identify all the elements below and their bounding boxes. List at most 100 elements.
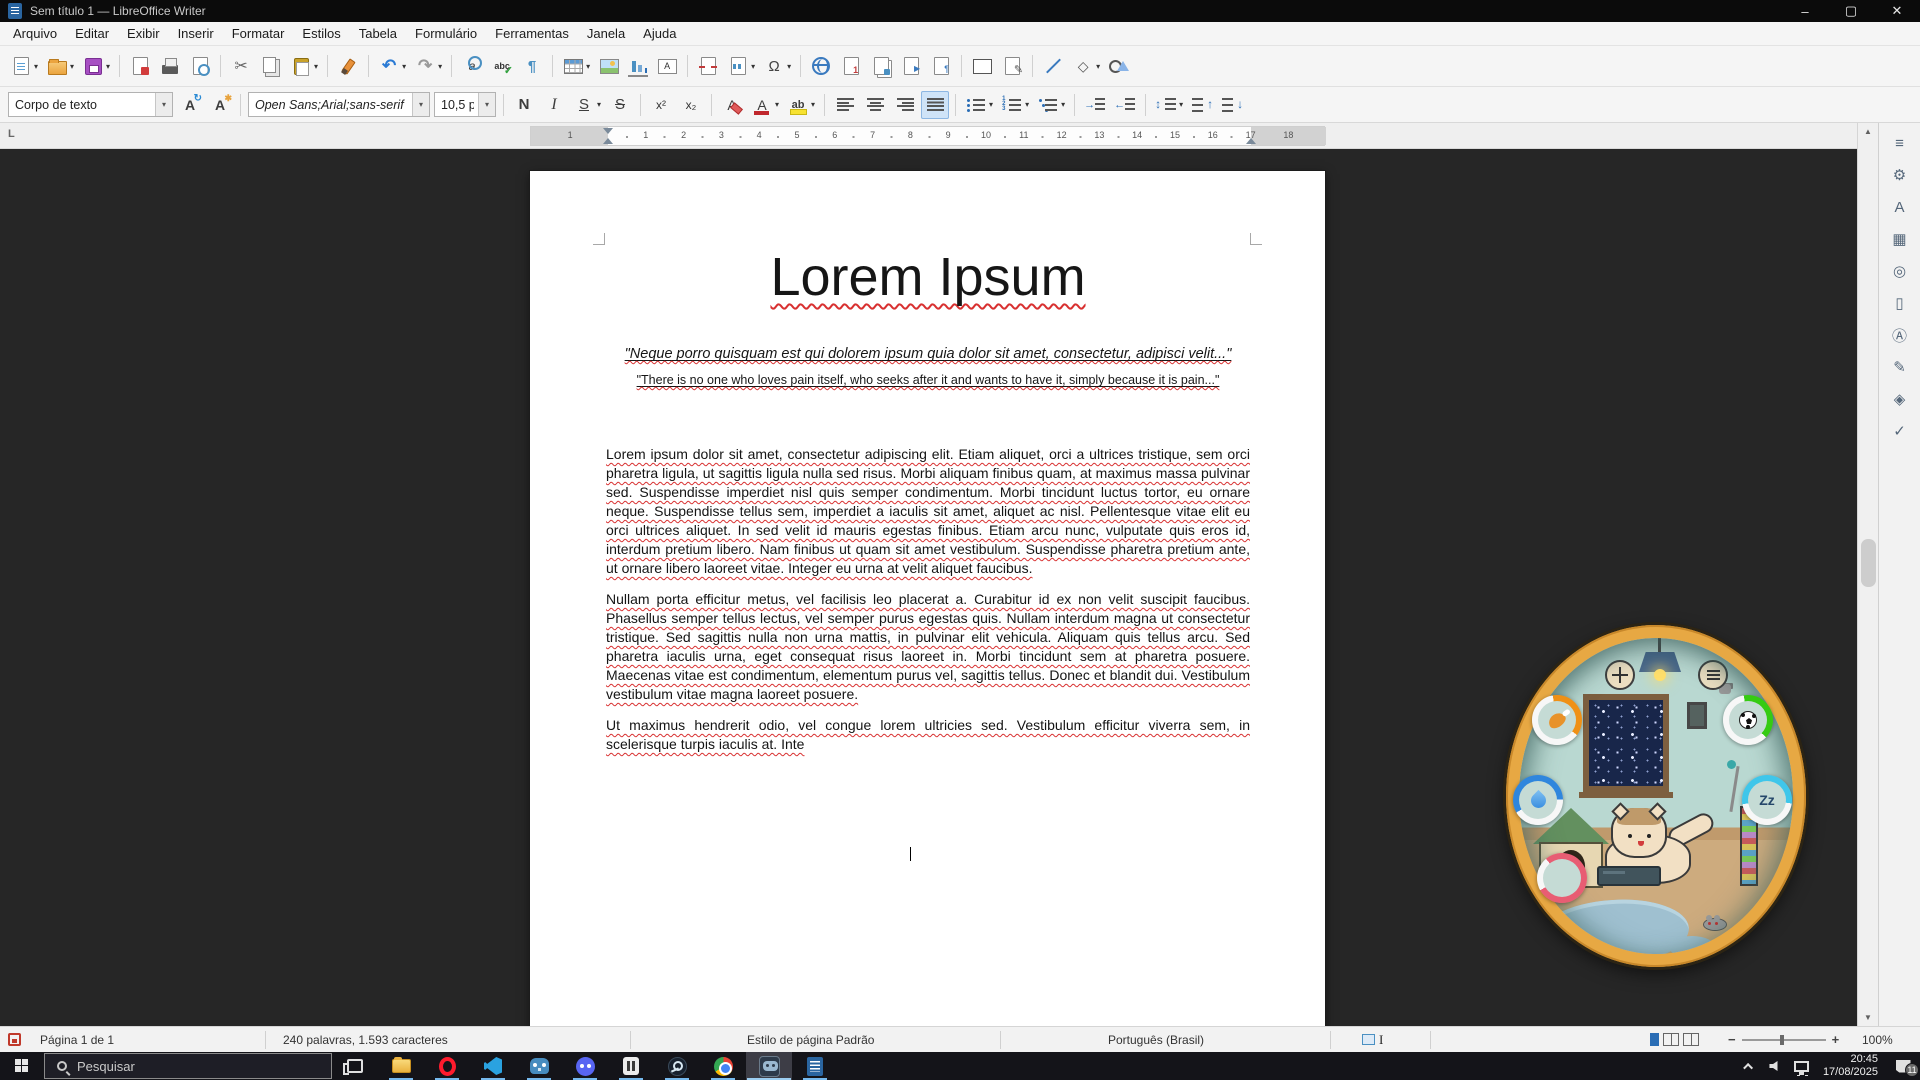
open-dropdown[interactable]: ▾ bbox=[70, 62, 74, 71]
font-name-combo[interactable]: Open Sans;Arial;sans-serif▾ bbox=[248, 92, 430, 117]
zoom-in-button[interactable]: + bbox=[1832, 1032, 1840, 1047]
volume-button[interactable] bbox=[1763, 1052, 1789, 1080]
export-pdf[interactable] bbox=[126, 52, 154, 80]
menu-editar[interactable]: Editar bbox=[66, 22, 118, 46]
word-count-status[interactable]: 240 palavras, 1.593 caracteres bbox=[283, 1027, 448, 1052]
first-line-indent-marker[interactable] bbox=[603, 128, 613, 134]
paragraph-style-combo[interactable]: Corpo de texto▾ bbox=[8, 92, 173, 117]
taskbar-discord[interactable] bbox=[562, 1052, 608, 1080]
basic-shapes[interactable]: ◇▾ bbox=[1069, 52, 1103, 80]
document-page[interactable]: Lorem Ipsum "Neque porro quisquam est qu… bbox=[530, 171, 1325, 1026]
desktop-pet-widget[interactable]: Zz bbox=[1506, 625, 1806, 967]
taskbar-opera[interactable] bbox=[424, 1052, 470, 1080]
bold[interactable]: N bbox=[510, 91, 538, 119]
language-status[interactable]: Português (Brasil) bbox=[1108, 1027, 1204, 1052]
menu-ferramentas[interactable]: Ferramentas bbox=[486, 22, 578, 46]
decrease-paragraph-spacing[interactable] bbox=[1218, 91, 1246, 119]
move-widget-button[interactable] bbox=[1605, 660, 1635, 690]
highlight-color-dropdown[interactable]: ▾ bbox=[811, 100, 815, 109]
taskbar-steam[interactable] bbox=[654, 1052, 700, 1080]
clone-formatting[interactable] bbox=[334, 52, 362, 80]
find-and-replace[interactable]: a bbox=[458, 52, 486, 80]
zoom-slider-thumb[interactable] bbox=[1780, 1035, 1784, 1045]
insert-line[interactable] bbox=[1039, 52, 1067, 80]
align-right[interactable] bbox=[891, 91, 919, 119]
pet-menu-button[interactable] bbox=[1698, 660, 1728, 690]
insert-page-break[interactable] bbox=[694, 52, 722, 80]
formatting-marks[interactable]: ¶ bbox=[518, 52, 546, 80]
line-spacing[interactable]: ▾ bbox=[1152, 91, 1186, 119]
book-view-button[interactable] bbox=[1683, 1033, 1699, 1046]
insert-cross-reference[interactable] bbox=[927, 52, 955, 80]
single-page-view-button[interactable] bbox=[1650, 1033, 1659, 1046]
track-changes[interactable] bbox=[998, 52, 1026, 80]
font-size-combo[interactable]: 10,5 pt▾ bbox=[434, 92, 496, 117]
show-draw-functions[interactable] bbox=[1105, 52, 1133, 80]
insert-image[interactable] bbox=[595, 52, 623, 80]
zoom-slider[interactable] bbox=[1742, 1039, 1826, 1041]
pet-stat-play[interactable] bbox=[1723, 695, 1773, 745]
pet-stat-food[interactable] bbox=[1532, 695, 1582, 745]
insert-table-dropdown[interactable]: ▾ bbox=[586, 62, 590, 71]
action-center-button[interactable]: 11 bbox=[1886, 1052, 1920, 1080]
scroll-down-arrow[interactable]: ▼ bbox=[1858, 1009, 1878, 1026]
insert-chart[interactable] bbox=[625, 52, 651, 80]
menu-estilos[interactable]: Estilos bbox=[293, 22, 349, 46]
multi-page-view-button[interactable] bbox=[1663, 1033, 1679, 1046]
new-document-dropdown[interactable]: ▾ bbox=[34, 62, 38, 71]
paragraph-1[interactable]: Lorem ipsum dolor sit amet, consectetur … bbox=[606, 445, 1250, 578]
taskbar-libreoffice-writer[interactable] bbox=[792, 1052, 838, 1080]
font-name-combo-dropdown[interactable]: ▾ bbox=[412, 93, 429, 116]
font-size-combo-dropdown[interactable]: ▾ bbox=[478, 93, 495, 116]
basic-shapes-dropdown[interactable]: ▾ bbox=[1096, 62, 1100, 71]
taskbar-search[interactable]: Pesquisar bbox=[44, 1053, 332, 1079]
minimize-button[interactable]: – bbox=[1782, 0, 1828, 22]
left-indent-marker[interactable] bbox=[603, 138, 613, 144]
undo-dropdown[interactable]: ▾ bbox=[402, 62, 406, 71]
save[interactable]: ▾ bbox=[79, 52, 113, 80]
redo[interactable]: ↷▾ bbox=[411, 52, 445, 80]
menu-tabela[interactable]: Tabela bbox=[350, 22, 406, 46]
cut[interactable]: ✂ bbox=[227, 52, 255, 80]
increase-indent[interactable] bbox=[1081, 91, 1109, 119]
tray-expand-button[interactable] bbox=[1737, 1052, 1763, 1080]
new-style[interactable]: A bbox=[206, 91, 234, 119]
insert-hyperlink[interactable] bbox=[807, 52, 835, 80]
unsaved-changes-indicator[interactable] bbox=[8, 1027, 21, 1052]
insert-text-box[interactable] bbox=[653, 52, 681, 80]
insert-footnote[interactable] bbox=[837, 52, 865, 80]
strikethrough[interactable]: S bbox=[606, 91, 634, 119]
menu-inserir[interactable]: Inserir bbox=[169, 22, 223, 46]
scroll-up-arrow[interactable]: ▲ bbox=[1858, 123, 1878, 140]
underline-dropdown[interactable]: ▾ bbox=[597, 100, 601, 109]
save-dropdown[interactable]: ▾ bbox=[106, 62, 110, 71]
horizontal-ruler[interactable]: 1123456789101112131415161718 bbox=[530, 126, 1325, 146]
body-text[interactable]: Lorem ipsum dolor sit amet, consectetur … bbox=[606, 445, 1250, 754]
new-document[interactable]: ▾ bbox=[7, 52, 41, 80]
taskbar-file-explorer[interactable] bbox=[378, 1052, 424, 1080]
align-center[interactable] bbox=[861, 91, 889, 119]
increase-paragraph-spacing[interactable] bbox=[1188, 91, 1216, 119]
copy[interactable] bbox=[257, 52, 285, 80]
tab-selector-icon[interactable]: L bbox=[8, 128, 15, 140]
open[interactable]: ▾ bbox=[43, 52, 77, 80]
menu-janela[interactable]: Janela bbox=[578, 22, 634, 46]
insert-endnote[interactable] bbox=[867, 52, 895, 80]
taskbar-pet-game[interactable] bbox=[746, 1052, 792, 1080]
insert-comment[interactable] bbox=[968, 52, 996, 80]
network-button[interactable] bbox=[1789, 1052, 1815, 1080]
taskbar-vscode[interactable] bbox=[470, 1052, 516, 1080]
paragraph-2[interactable]: Nullam porta efficitur metus, vel facili… bbox=[606, 590, 1250, 704]
page-number-status[interactable]: Página 1 de 1 bbox=[40, 1027, 114, 1052]
taskbar-chrome[interactable] bbox=[700, 1052, 746, 1080]
ordered-list-dropdown[interactable]: ▾ bbox=[1025, 100, 1029, 109]
unordered-list-dropdown[interactable]: ▾ bbox=[989, 100, 993, 109]
pet-stat-hygiene[interactable] bbox=[1537, 853, 1587, 903]
zoom-percentage[interactable]: 100% bbox=[1862, 1027, 1893, 1052]
sidebar-navigator[interactable]: ◎ bbox=[1885, 257, 1915, 285]
italic[interactable]: I bbox=[540, 91, 568, 119]
paragraph-style-combo-dropdown[interactable]: ▾ bbox=[155, 93, 172, 116]
paste-dropdown[interactable]: ▾ bbox=[314, 62, 318, 71]
pet-stat-water[interactable] bbox=[1513, 775, 1563, 825]
menu-formatar[interactable]: Formatar bbox=[223, 22, 294, 46]
